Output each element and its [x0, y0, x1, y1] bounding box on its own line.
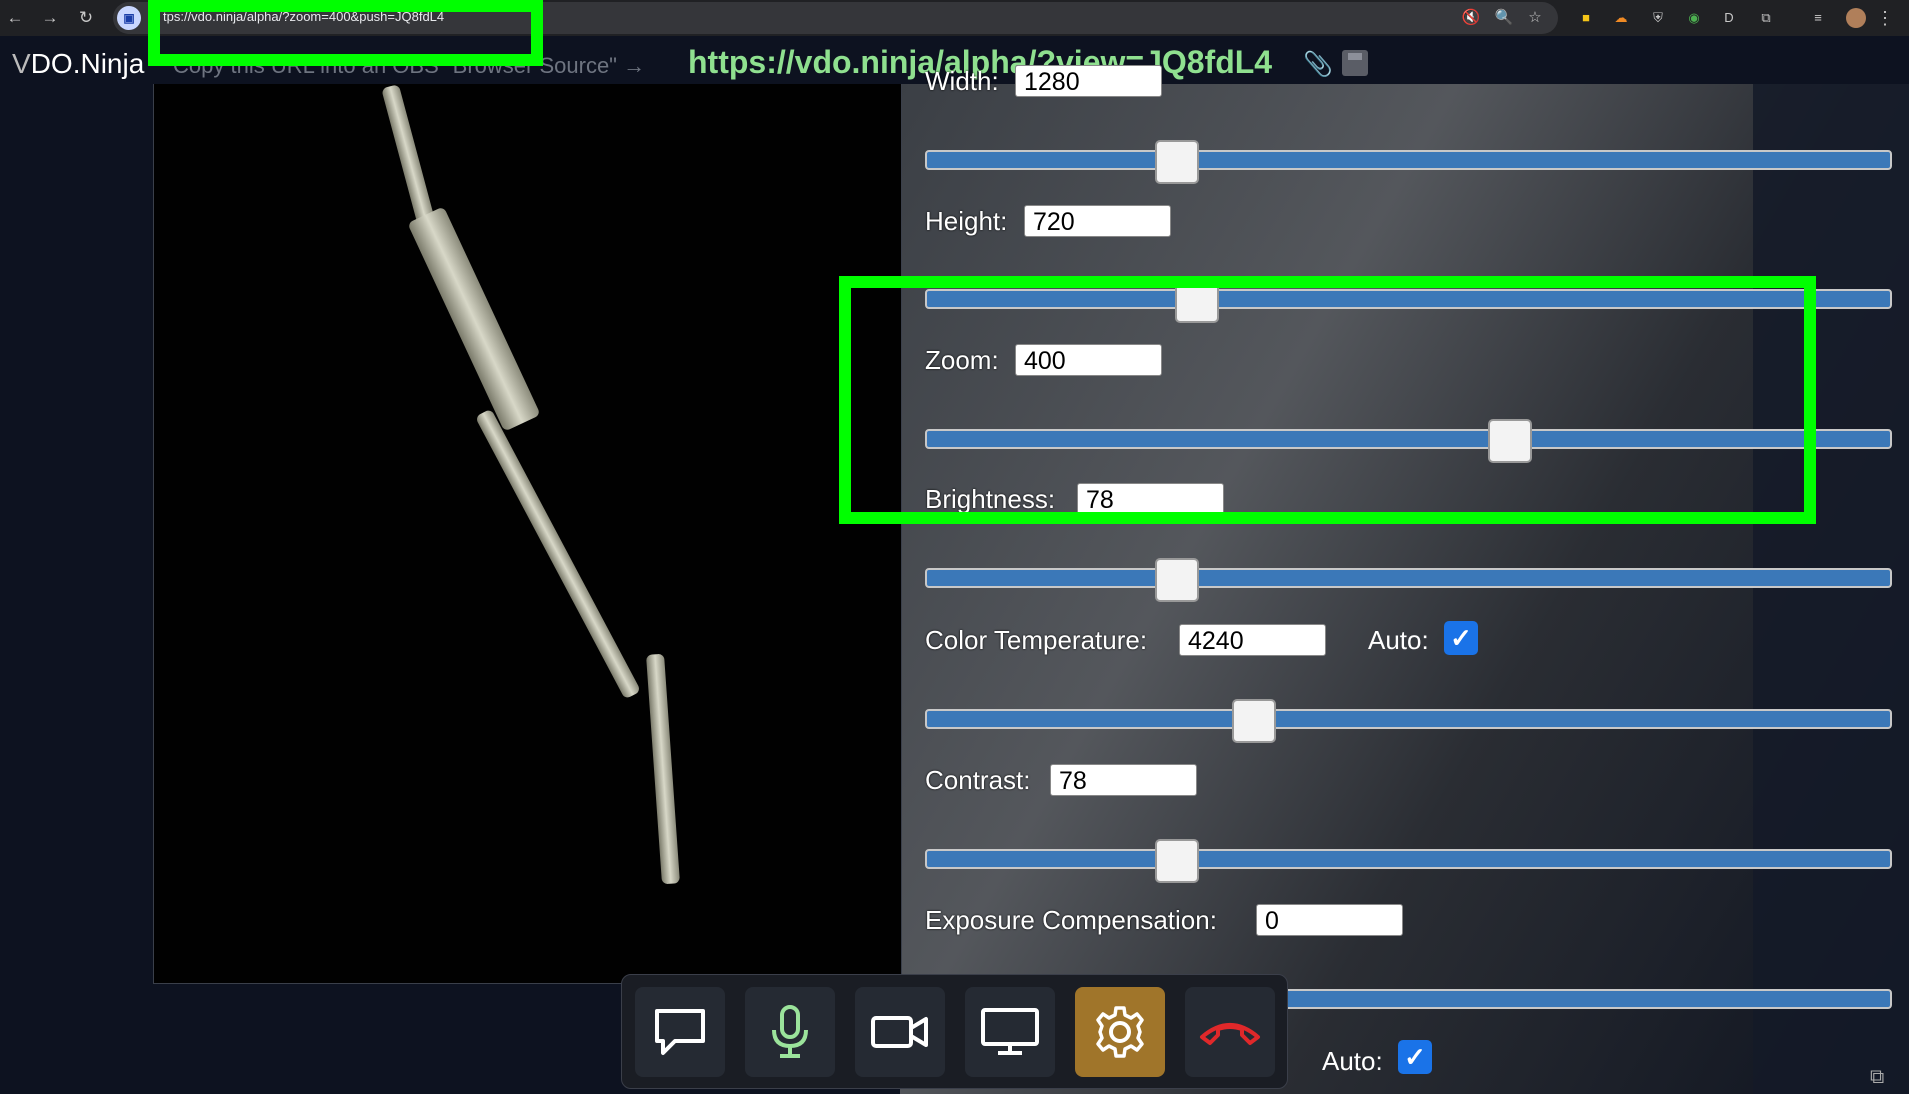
contrast-slider-thumb[interactable] [1155, 839, 1200, 883]
hang-up-icon [1200, 1023, 1260, 1045]
bookmark-star-icon[interactable]: ☆ [1524, 7, 1546, 29]
camera-button[interactable] [855, 987, 945, 1077]
brightness-slider-thumb[interactable] [1155, 558, 1200, 602]
control-bar [621, 974, 1288, 1089]
media-queue-icon[interactable]: ≡ [1808, 8, 1828, 28]
hang-up-button[interactable] [1185, 987, 1275, 1077]
width-label: Width: [925, 66, 999, 96]
scene-shadow [1753, 84, 1909, 1094]
color-temperature-label: Color Temperature: [925, 625, 1148, 655]
zoom-highlight-box [839, 276, 1816, 524]
brightness-slider[interactable] [925, 558, 1892, 602]
video-cable-middle [474, 408, 642, 700]
back-arrow-icon[interactable]: ← [3, 6, 27, 30]
bottom-auto-label: Auto: [1322, 1046, 1383, 1076]
extension-notes-icon[interactable]: ■ [1576, 8, 1596, 28]
contrast-slider[interactable] [925, 839, 1892, 883]
chat-button[interactable] [635, 987, 725, 1077]
extension-shield-icon[interactable]: ⛨ [1648, 8, 1668, 28]
color-temperature-auto-label: Auto: [1368, 625, 1429, 655]
height-input[interactable]: 720 [1024, 205, 1171, 237]
save-icon[interactable] [1342, 50, 1368, 76]
extension-d-icon[interactable]: D [1719, 8, 1739, 28]
exposure-compensation-input[interactable]: 0 [1256, 904, 1403, 936]
zoom-icon[interactable]: 🔍 [1493, 7, 1515, 29]
color-temperature-slider-thumb[interactable] [1232, 699, 1277, 743]
color-temperature-auto-checkbox[interactable]: ✓ [1444, 621, 1478, 655]
microphone-icon [772, 1005, 808, 1058]
contrast-label: Contrast: [925, 765, 1031, 795]
paperclip-icon[interactable]: 📎 [1303, 50, 1333, 79]
browser-menu-icon[interactable]: ⋮ [1875, 6, 1895, 30]
settings-button[interactable] [1075, 987, 1165, 1077]
translate-icon[interactable]: ⧉ [1870, 1066, 1884, 1089]
url-highlight-box [148, 0, 543, 66]
height-label: Height: [925, 206, 1008, 236]
exposure-compensation-label: Exposure Compensation: [925, 905, 1217, 935]
camera-icon [871, 1016, 928, 1048]
reload-icon[interactable]: ↻ [74, 6, 98, 30]
width-slider[interactable] [925, 140, 1892, 184]
video-preview [153, 84, 902, 984]
color-temperature-input[interactable]: 4240 [1179, 624, 1326, 656]
profile-avatar[interactable] [1846, 8, 1866, 28]
video-cable-bottom [645, 653, 681, 885]
screen-share-button[interactable] [965, 987, 1055, 1077]
contrast-input[interactable]: 78 [1050, 764, 1197, 796]
video-cable-wrap [407, 206, 541, 432]
brand-logo[interactable]: VDO.Ninja [12, 48, 144, 80]
site-info-icon[interactable]: ▣ [117, 6, 141, 30]
extensions-puzzle-icon[interactable]: ⧉ [1756, 8, 1776, 28]
extension-cloud-icon[interactable]: ☁ [1611, 8, 1631, 28]
width-slider-thumb[interactable] [1155, 140, 1200, 184]
screen-share-icon [981, 1008, 1039, 1055]
video-cable-top [381, 84, 435, 224]
color-temperature-slider[interactable] [925, 699, 1892, 743]
width-input[interactable]: 1280 [1015, 65, 1162, 97]
bottom-auto-checkbox[interactable]: ✓ [1398, 1040, 1432, 1074]
settings-gear-icon [1096, 1006, 1144, 1058]
microphone-button[interactable] [745, 987, 835, 1077]
mute-tab-icon[interactable]: 🔇 [1460, 7, 1482, 29]
chat-icon [655, 1009, 705, 1055]
forward-arrow-icon[interactable]: → [38, 6, 62, 30]
extension-toggle-icon[interactable]: ◉ [1684, 8, 1704, 28]
